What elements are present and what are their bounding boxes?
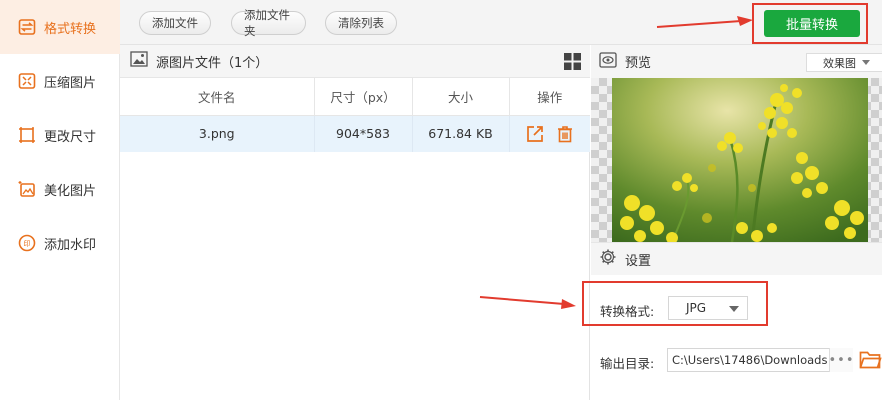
file-panel: 源图片文件（1个） 文件名 尺寸（px） 大小 操作 3.png 904*583… (120, 45, 590, 400)
browse-more-button[interactable]: ••• (829, 348, 854, 372)
column-header: 文件名 (120, 78, 315, 116)
format-value: JPG (686, 301, 707, 315)
preview-title: 预览 (625, 56, 652, 71)
preview-canvas (591, 78, 882, 242)
column-header: 操作 (509, 78, 590, 116)
column-header: 大小 (412, 78, 510, 116)
image-icon (130, 51, 148, 71)
sidebar-item-beautify[interactable]: 美化图片 (0, 162, 120, 216)
preview-image (612, 78, 868, 242)
add-folder-button[interactable]: 添加文件夹 (231, 8, 306, 38)
folder-icon[interactable] (859, 349, 882, 370)
delete-icon[interactable] (556, 125, 574, 143)
toolbar: 添加文件 添加文件夹 清除列表 批量转换 (120, 0, 882, 45)
resize-icon (18, 126, 36, 144)
sidebar: 格式转换 压缩图片 更改尺寸 美化图片 印 添加水印 (0, 0, 120, 400)
open-external-icon[interactable] (526, 125, 544, 143)
file-table: 文件名 尺寸（px） 大小 操作 3.png 904*583 671.84 KB (120, 78, 590, 152)
add-file-button[interactable]: 添加文件 (139, 11, 211, 35)
chevron-down-icon (862, 60, 870, 65)
sidebar-item-compress[interactable]: 压缩图片 (0, 54, 120, 108)
sidebar-item-resize[interactable]: 更改尺寸 (0, 108, 120, 162)
settings-header: 设置 (591, 242, 882, 275)
format-convert-icon (18, 18, 36, 36)
table-row[interactable]: 3.png 904*583 671.84 KB (120, 115, 590, 152)
file-size-cell: 671.84 KB (412, 115, 510, 152)
file-dimensions-cell: 904*583 (314, 115, 413, 152)
annotation-arrow (656, 16, 753, 28)
sidebar-item-watermark[interactable]: 印 添加水印 (0, 216, 120, 270)
sidebar-item-label: 更改尺寸 (44, 129, 97, 145)
watermark-icon: 印 (18, 234, 36, 252)
grid-view-icon[interactable] (564, 53, 581, 70)
sidebar-item-label: 添加水印 (44, 237, 97, 253)
file-name-cell: 3.png (120, 115, 315, 152)
eye-icon (599, 51, 617, 72)
compress-icon (18, 72, 36, 90)
format-label: 转换格式: (600, 304, 655, 319)
file-panel-header: 源图片文件（1个） (120, 45, 590, 78)
sidebar-item-label: 格式转换 (44, 21, 97, 37)
sidebar-item-label: 美化图片 (44, 183, 97, 199)
settings-title: 设置 (625, 253, 652, 269)
column-header: 尺寸（px） (314, 78, 413, 116)
gear-icon (599, 248, 617, 270)
batch-convert-highlight: 批量转换 (752, 3, 868, 44)
batch-convert-button[interactable]: 批量转换 (764, 10, 860, 37)
clear-list-button[interactable]: 清除列表 (325, 11, 397, 35)
chevron-down-icon (729, 306, 739, 312)
preview-mode-select[interactable]: 效果图 (806, 53, 882, 72)
right-panel: 预览 效果图 设置 转换格式: JPG 输出目录: C:\Users\17486… (582, 45, 882, 400)
preview-mode-value: 效果图 (823, 56, 856, 70)
svg-text:印: 印 (24, 240, 31, 248)
beautify-icon (18, 180, 36, 198)
format-select[interactable]: JPG (668, 296, 748, 320)
file-panel-title: 源图片文件（1个） (156, 55, 269, 71)
file-actions-cell (509, 115, 590, 152)
table-header: 文件名 尺寸（px） 大小 操作 (120, 78, 590, 116)
annotation-arrow (479, 296, 576, 309)
output-dir-label: 输出目录: (600, 356, 655, 371)
sidebar-item-format-convert[interactable]: 格式转换 (0, 0, 120, 54)
sidebar-item-label: 压缩图片 (44, 75, 97, 91)
output-dir-input[interactable]: C:\Users\17486\Downloads (667, 348, 853, 372)
